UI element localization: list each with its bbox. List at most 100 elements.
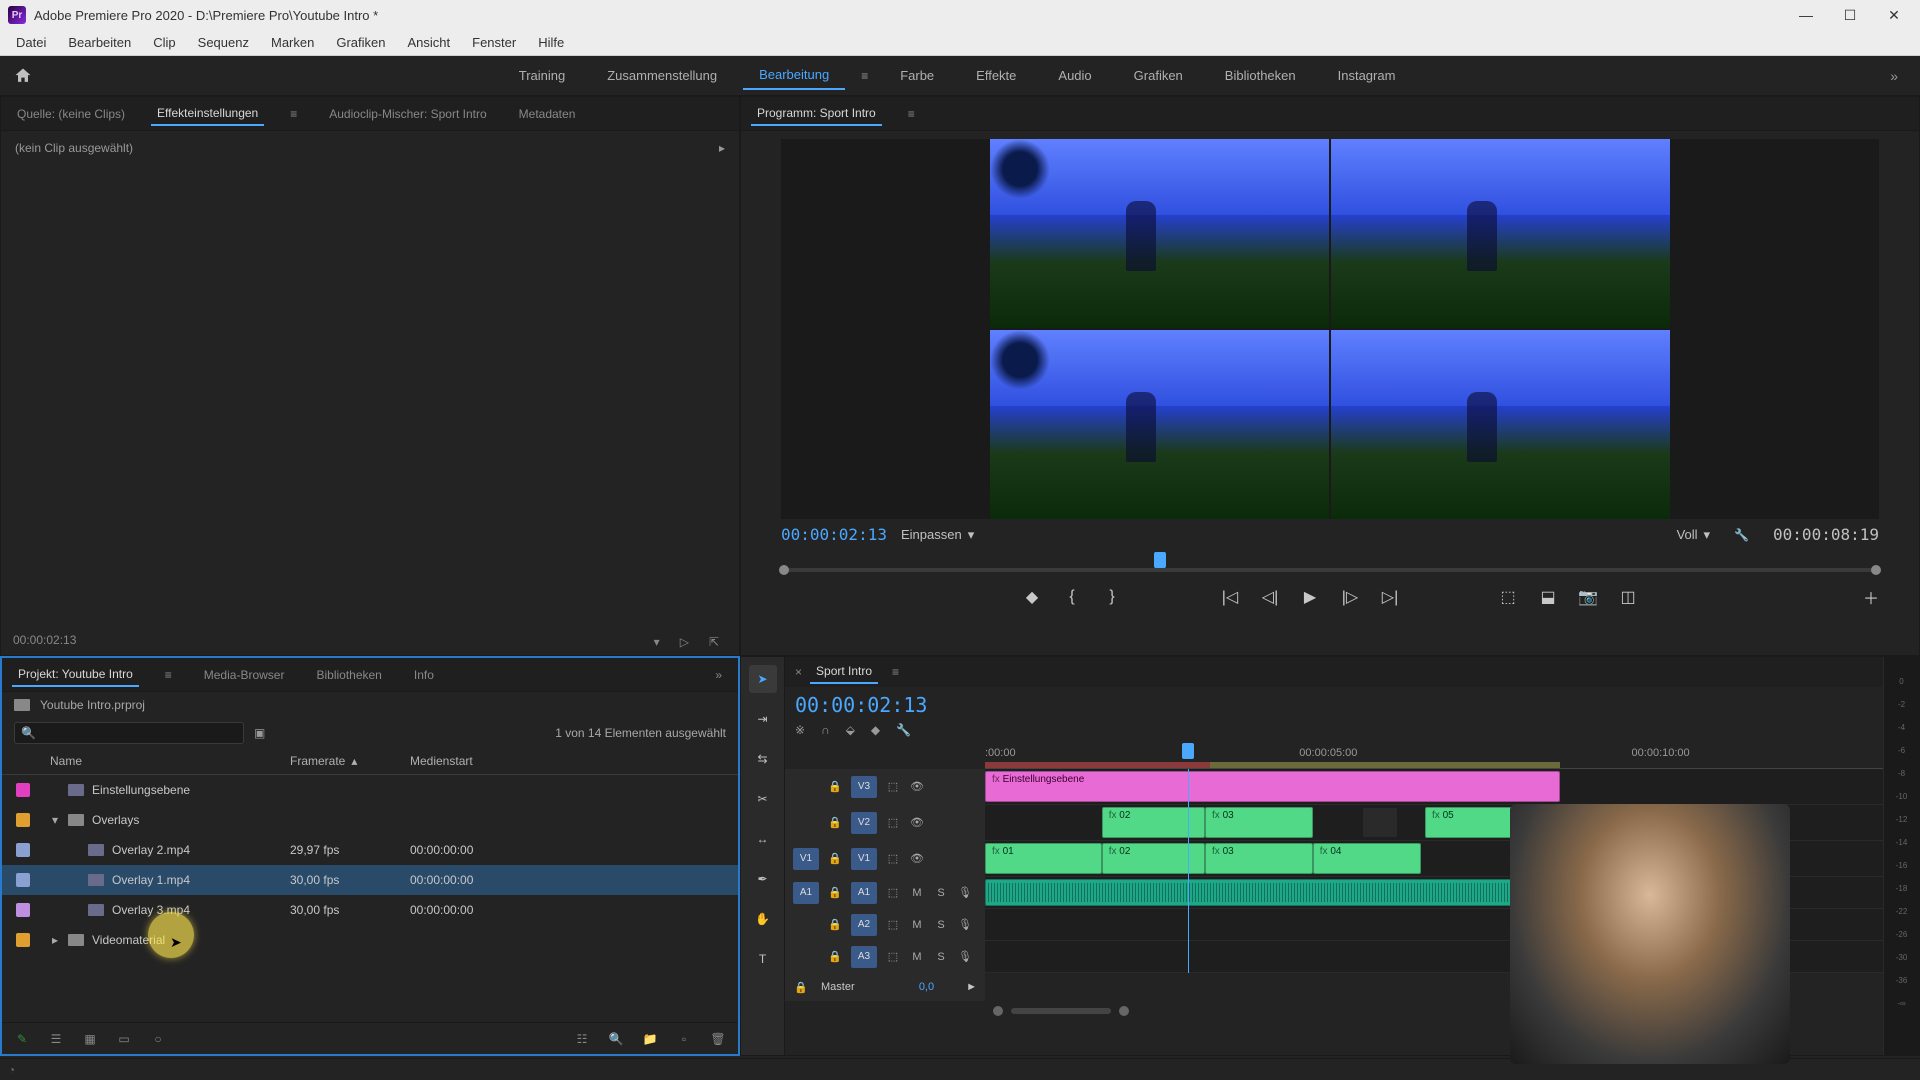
program-panel-menu-icon[interactable]: ≡: [902, 107, 921, 121]
list-view-icon[interactable]: ☰: [48, 1032, 64, 1046]
sync-lock-icon[interactable]: ⬚: [885, 885, 901, 901]
mute-icon[interactable]: M: [909, 917, 925, 933]
slip-tool-icon[interactable]: ↔: [749, 825, 777, 853]
go-to-out-icon[interactable]: ▷|: [1379, 586, 1401, 608]
pen-tool-icon[interactable]: ✒: [749, 865, 777, 893]
step-forward-icon[interactable]: |▷: [1339, 586, 1361, 608]
track-target-a1[interactable]: A1: [851, 882, 877, 904]
timeline-clip[interactable]: fx 03: [1205, 807, 1313, 838]
freeform-view-icon[interactable]: ▭: [116, 1032, 132, 1046]
project-item[interactable]: Overlay 1.mp430,00 fps00:00:00:00: [2, 865, 738, 895]
tab-metadata[interactable]: Metadaten: [513, 103, 582, 125]
project-panel-menu-icon[interactable]: ≡: [159, 668, 178, 682]
tab-source[interactable]: Quelle: (keine Clips): [11, 103, 131, 125]
add-marker-icon[interactable]: ◆: [1021, 586, 1043, 608]
program-monitor-viewport[interactable]: [781, 139, 1879, 519]
add-marker-tl-icon[interactable]: ⬙: [846, 723, 855, 737]
project-item[interactable]: Overlay 3.mp430,00 fps00:00:00:00: [2, 895, 738, 925]
timeline-panel-menu-icon[interactable]: ≡: [886, 665, 905, 679]
menu-sequence[interactable]: Sequenz: [188, 32, 259, 53]
timeline-clip[interactable]: fx 02: [1102, 807, 1205, 838]
mute-icon[interactable]: M: [909, 949, 925, 965]
mark-out-icon[interactable]: }: [1101, 586, 1123, 608]
play-icon[interactable]: ▶: [1299, 586, 1321, 608]
project-item[interactable]: ▾Overlays: [2, 805, 738, 835]
voiceover-icon[interactable]: 🎙: [957, 885, 973, 901]
extract-icon[interactable]: ⬓: [1537, 586, 1559, 608]
track-target-a3[interactable]: A3: [851, 946, 877, 968]
workspace-tab-farbe[interactable]: Farbe: [884, 62, 950, 89]
mark-in-icon[interactable]: {: [1061, 586, 1083, 608]
expand-arrow-icon[interactable]: ▸: [50, 933, 60, 947]
find-icon[interactable]: 🔍: [608, 1032, 624, 1046]
eye-icon[interactable]: 👁: [909, 851, 925, 867]
new-item-dropdown-icon[interactable]: ▫: [676, 1032, 692, 1046]
col-mediastart[interactable]: Medienstart: [410, 754, 530, 768]
workspace-tab-instagram[interactable]: Instagram: [1322, 62, 1412, 89]
go-to-in-icon[interactable]: |◁: [1219, 586, 1241, 608]
tab-info[interactable]: Info: [408, 664, 440, 686]
workspace-tab-grafiken[interactable]: Grafiken: [1118, 62, 1199, 89]
lock-icon[interactable]: 🔒: [827, 779, 843, 795]
button-editor-icon[interactable]: ＋: [1863, 585, 1879, 609]
track-target-a2[interactable]: A2: [851, 914, 877, 936]
filter-icon[interactable]: ▾: [654, 635, 660, 649]
filter-bin-icon[interactable]: ▣: [254, 726, 265, 740]
expand-icon[interactable]: ▸: [719, 141, 725, 155]
zoom-slider-icon[interactable]: ○: [150, 1032, 166, 1046]
sync-lock-icon[interactable]: ⬚: [885, 779, 901, 795]
lock-icon[interactable]: 🔒: [827, 949, 843, 965]
close-sequence-icon[interactable]: ×: [795, 665, 802, 679]
project-item[interactable]: Einstellungsebene: [2, 775, 738, 805]
workspace-menu-icon[interactable]: ≡: [855, 69, 874, 83]
col-framerate[interactable]: Framerate ▴: [290, 754, 410, 768]
snap-icon[interactable]: ※: [795, 723, 805, 737]
sync-lock-icon[interactable]: ⬚: [885, 949, 901, 965]
automate-icon[interactable]: ☷: [574, 1032, 590, 1046]
lift-icon[interactable]: ⬚: [1497, 586, 1519, 608]
tab-libraries[interactable]: Bibliotheken: [310, 664, 387, 686]
tab-project[interactable]: Projekt: Youtube Intro: [12, 663, 139, 687]
project-item[interactable]: Overlay 2.mp429,97 fps00:00:00:00: [2, 835, 738, 865]
linked-selection-icon[interactable]: ∩: [821, 723, 830, 737]
razor-tool-icon[interactable]: ✂: [749, 785, 777, 813]
workspace-tab-bibliotheken[interactable]: Bibliotheken: [1209, 62, 1312, 89]
workspace-tab-bearbeitung[interactable]: Bearbeitung: [743, 61, 845, 90]
workspace-tab-zusammenstellung[interactable]: Zusammenstellung: [591, 62, 733, 89]
program-tab[interactable]: Programm: Sport Intro: [751, 102, 882, 126]
menu-file[interactable]: Datei: [6, 32, 56, 53]
timeline-playhead[interactable]: [1188, 769, 1189, 973]
workspace-tab-audio[interactable]: Audio: [1042, 62, 1107, 89]
timeline-settings-icon[interactable]: ◆: [871, 723, 880, 737]
menu-help[interactable]: Hilfe: [528, 32, 574, 53]
eye-icon[interactable]: 👁: [909, 815, 925, 831]
source-patch-a1[interactable]: A1: [793, 882, 819, 904]
hand-tool-icon[interactable]: ✋: [749, 905, 777, 933]
sync-lock-icon[interactable]: ⬚: [885, 917, 901, 933]
selection-tool-icon[interactable]: ➤: [749, 665, 777, 693]
quality-dropdown[interactable]: Voll ▾: [1677, 527, 1711, 543]
menu-window[interactable]: Fenster: [462, 32, 526, 53]
trash-icon[interactable]: 🗑: [710, 1032, 726, 1046]
tab-media-browser[interactable]: Media-Browser: [198, 664, 291, 686]
workspace-overflow-icon[interactable]: »: [1880, 68, 1908, 84]
program-scrub-bar[interactable]: [781, 550, 1879, 576]
timeline-clip[interactable]: fx 01: [985, 843, 1102, 874]
program-playhead[interactable]: [1154, 552, 1166, 568]
step-back-icon[interactable]: ◁|: [1259, 586, 1281, 608]
timeline-zoom-scrollbar[interactable]: [1011, 1008, 1111, 1014]
export-frame-icon[interactable]: 📷: [1577, 586, 1599, 608]
minimize-button[interactable]: —: [1796, 5, 1816, 25]
panel-menu-icon[interactable]: ≡: [284, 107, 303, 121]
lock-icon[interactable]: 🔒: [827, 851, 843, 867]
track-target-v3[interactable]: V3: [851, 776, 877, 798]
program-timecode-current[interactable]: 00:00:02:13: [781, 525, 887, 544]
zoom-fit-dropdown[interactable]: Einpassen ▾: [901, 527, 974, 543]
new-item-icon[interactable]: ✎: [14, 1032, 30, 1046]
comparison-view-icon[interactable]: ◫: [1617, 586, 1639, 608]
menu-graphics[interactable]: Grafiken: [326, 32, 395, 53]
home-icon[interactable]: [12, 66, 34, 86]
timeline-clip[interactable]: fx 03: [1205, 843, 1313, 874]
timeline-ruler[interactable]: :00:0000:00:05:0000:00:10:00: [985, 743, 1883, 769]
timeline-timecode[interactable]: 00:00:02:13: [795, 693, 927, 717]
